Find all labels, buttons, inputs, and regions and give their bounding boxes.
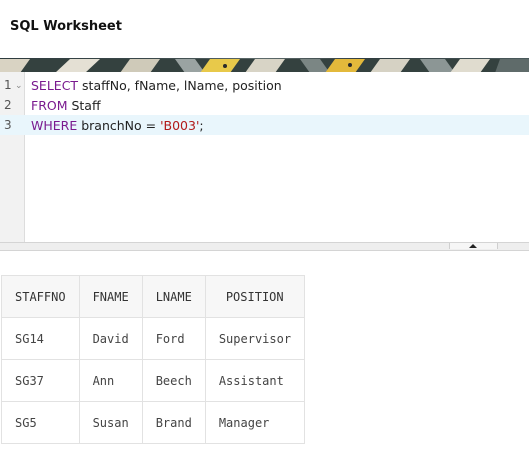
sql-keyword: WHERE [31, 118, 78, 133]
cell-position: Assistant [204, 359, 306, 402]
line-number: 1 [4, 78, 12, 92]
sql-text: branchNo = [77, 118, 161, 133]
line-number: 3 [4, 118, 12, 132]
sql-text: ; [199, 118, 204, 133]
collapse-handle[interactable] [449, 243, 498, 249]
cell-lname: Ford [141, 317, 206, 360]
cell-lname: Beech [141, 359, 206, 402]
cell-fname: Susan [78, 401, 143, 444]
sql-text: staffNo, fName, lName, position [78, 78, 282, 93]
code-line[interactable]: 3 WHERE branchNo = 'B003'; [0, 115, 529, 135]
page-title: SQL Worksheet [10, 19, 122, 34]
table-row: SG5 Susan Brand Manager [1, 401, 306, 444]
cell-position: Supervisor [204, 317, 306, 360]
code-line[interactable]: 1 ⌄ SELECT staffNo, fName, lName, position [0, 75, 529, 95]
sql-text: Staff [67, 98, 101, 113]
code-line[interactable]: 2 FROM Staff [0, 95, 529, 115]
results-table: STAFFNO FNAME LNAME POSITION SG14 David … [1, 275, 306, 444]
cell-staffno: SG37 [1, 359, 80, 402]
code-text: SELECT staffNo, fName, lName, position [31, 78, 282, 93]
sql-string: 'B003' [160, 118, 200, 133]
column-header-fname: FNAME [78, 275, 143, 318]
decorative-banner [0, 58, 529, 72]
table-header-row: STAFFNO FNAME LNAME POSITION [1, 275, 306, 318]
sql-keyword: FROM [31, 98, 68, 113]
sql-editor[interactable]: 1 ⌄ SELECT staffNo, fName, lName, position… [0, 72, 529, 242]
column-header-staffno: STAFFNO [1, 275, 80, 318]
resize-divider[interactable] [0, 242, 529, 251]
cell-fname: Ann [78, 359, 143, 402]
banner-pattern [0, 59, 529, 72]
chevron-up-icon [469, 244, 477, 248]
sql-keyword: SELECT [31, 78, 79, 93]
column-header-lname: LNAME [141, 275, 206, 318]
cell-staffno: SG5 [1, 401, 80, 444]
code-text: FROM Staff [31, 98, 101, 113]
cell-position: Manager [204, 401, 306, 444]
line-number: 2 [4, 98, 12, 112]
table-row: SG14 David Ford Supervisor [1, 317, 306, 360]
column-header-position: POSITION [204, 275, 306, 318]
chevron-down-icon[interactable]: ⌄ [15, 81, 23, 91]
code-text: WHERE branchNo = 'B003'; [31, 118, 204, 133]
cell-lname: Brand [141, 401, 206, 444]
cell-staffno: SG14 [1, 317, 80, 360]
table-row: SG37 Ann Beech Assistant [1, 359, 306, 402]
cell-fname: David [78, 317, 143, 360]
